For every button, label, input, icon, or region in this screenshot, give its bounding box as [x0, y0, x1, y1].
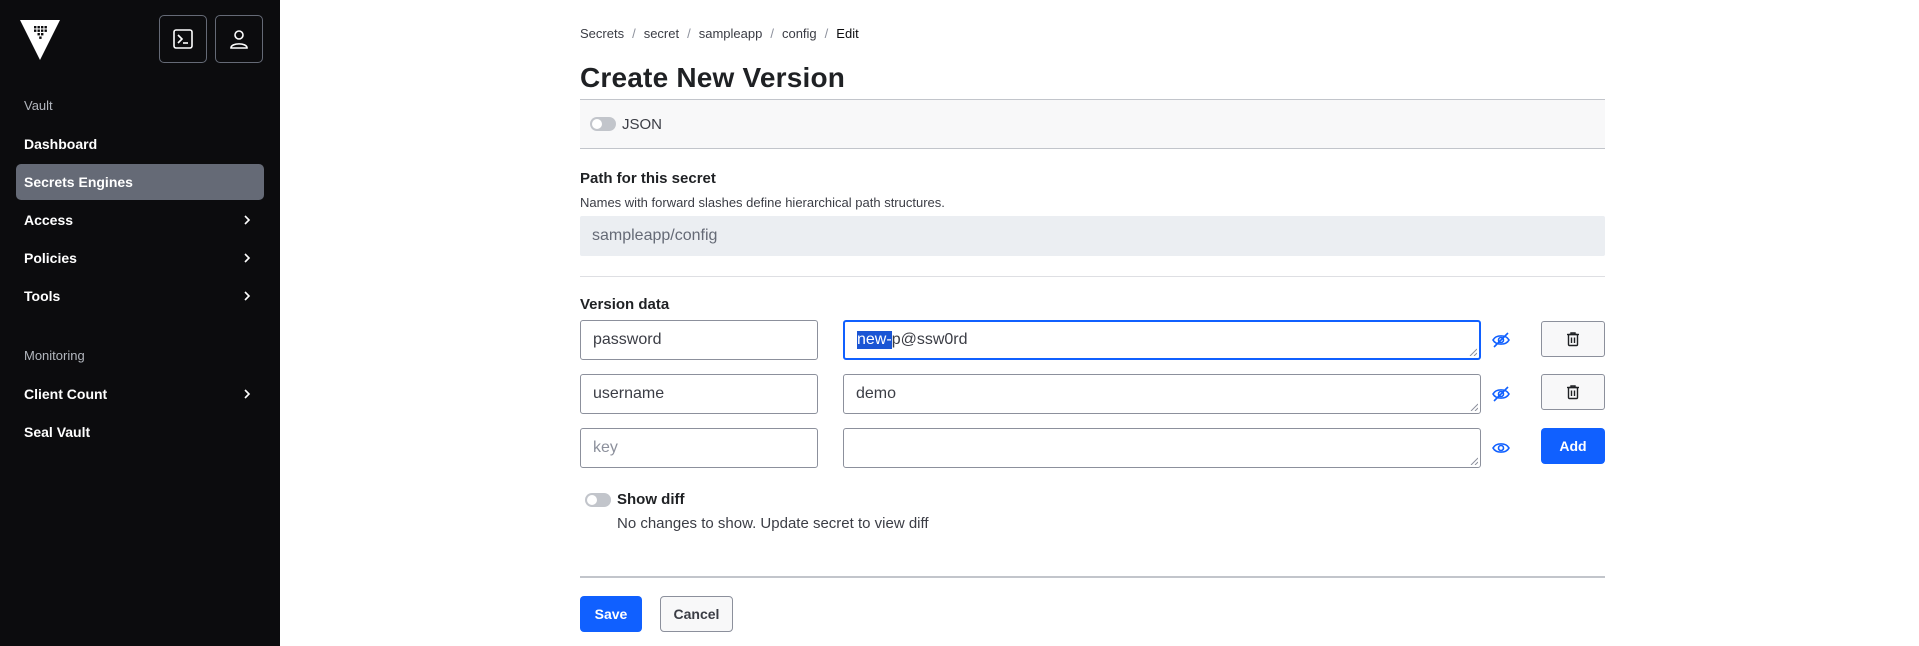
resize-handle-icon[interactable]	[1470, 457, 1478, 465]
breadcrumb-separator: /	[824, 26, 829, 41]
breadcrumb: Secrets / secret / sampleapp / config / Edit	[580, 26, 859, 41]
breadcrumb-separator: /	[687, 26, 691, 41]
sidebar-item-label: Client Count	[24, 386, 108, 402]
user-icon	[230, 30, 248, 49]
sidebar-item-label: Tools	[24, 288, 61, 304]
sidebar-item-label: Dashboard	[24, 136, 98, 152]
json-toggle-label: JSON	[622, 115, 663, 133]
chevron-right-icon	[244, 215, 251, 225]
selected-text: new-	[857, 331, 892, 349]
secret-value-input[interactable]: demo	[843, 374, 1481, 414]
breadcrumb-current: Edit	[836, 26, 859, 41]
user-menu-button[interactable]	[215, 15, 263, 63]
value-text: demo	[856, 385, 897, 402]
sidebar: Vault Dashboard Secrets Engines Access P…	[0, 0, 280, 646]
diff-note: No changes to show. Update secret to vie…	[617, 515, 929, 532]
breadcrumb-secrets[interactable]: Secrets	[580, 26, 624, 41]
json-toolbar: JSON	[580, 99, 1605, 149]
sidebar-item-dashboard[interactable]: Dashboard	[16, 126, 264, 162]
nav-section-vault: Vault	[24, 98, 53, 113]
save-button[interactable]: Save	[580, 596, 642, 632]
trash-icon	[1567, 385, 1579, 400]
sidebar-item-seal-vault[interactable]: Seal Vault	[16, 414, 264, 450]
json-toggle[interactable]	[590, 117, 616, 131]
chevron-right-icon	[244, 291, 251, 301]
new-key-input[interactable]: key	[580, 428, 818, 468]
path-helper-text: Names with forward slashes define hierar…	[580, 195, 945, 210]
sidebar-item-tools[interactable]: Tools	[16, 278, 264, 314]
scroll-arrow-icon[interactable]	[1911, 0, 1919, 8]
value-text: p@ssw0rd	[891, 331, 968, 348]
delete-row-button[interactable]	[1541, 321, 1605, 357]
eye-slash-icon[interactable]	[1491, 330, 1511, 350]
breadcrumb-sampleapp[interactable]: sampleapp	[699, 26, 763, 41]
show-diff-toggle[interactable]	[585, 492, 611, 507]
add-row-button[interactable]: Add	[1541, 428, 1605, 464]
terminal-icon	[173, 29, 193, 49]
breadcrumb-secret[interactable]: secret	[644, 26, 679, 41]
console-button[interactable]	[159, 15, 207, 63]
resize-handle-icon[interactable]	[1469, 348, 1477, 356]
sidebar-item-label: Seal Vault	[24, 424, 91, 440]
sidebar-item-secrets-engines[interactable]: Secrets Engines	[16, 164, 264, 200]
breadcrumb-separator: /	[770, 26, 774, 41]
sidebar-item-client-count[interactable]: Client Count	[16, 376, 264, 412]
nav-section-monitoring: Monitoring	[24, 348, 85, 363]
chevron-right-icon	[244, 253, 251, 263]
eye-slash-icon[interactable]	[1491, 384, 1511, 404]
trash-icon	[1567, 332, 1579, 347]
secret-value-input[interactable]: new-p@ssw0rd	[843, 320, 1481, 360]
page-title: Create New Version	[580, 62, 846, 93]
path-label: Path for this secret	[580, 170, 716, 187]
secret-key-input[interactable]: password	[580, 320, 818, 360]
sidebar-item-label: Secrets Engines	[24, 174, 133, 190]
version-data-label: Version data	[580, 296, 670, 313]
footer-divider	[580, 576, 1605, 578]
cancel-button[interactable]: Cancel	[660, 596, 733, 632]
path-input[interactable]: sampleapp/config	[580, 216, 1605, 256]
delete-row-button[interactable]	[1541, 374, 1605, 410]
eye-icon[interactable]	[1491, 438, 1511, 458]
breadcrumb-config[interactable]: config	[782, 26, 817, 41]
chevron-right-icon	[244, 389, 251, 399]
new-value-input[interactable]	[843, 428, 1481, 468]
sidebar-item-policies[interactable]: Policies	[16, 240, 264, 276]
secret-key-input[interactable]: username	[580, 374, 818, 414]
section-divider	[580, 276, 1605, 277]
vault-logo-icon[interactable]	[20, 20, 60, 60]
sidebar-item-label: Policies	[24, 250, 77, 266]
breadcrumb-separator: /	[632, 26, 636, 41]
resize-handle-icon[interactable]	[1470, 403, 1478, 411]
show-diff-row: Show diff	[585, 491, 685, 508]
sidebar-item-access[interactable]: Access	[16, 202, 264, 238]
show-diff-label: Show diff	[617, 491, 685, 508]
sidebar-item-label: Access	[24, 212, 74, 228]
